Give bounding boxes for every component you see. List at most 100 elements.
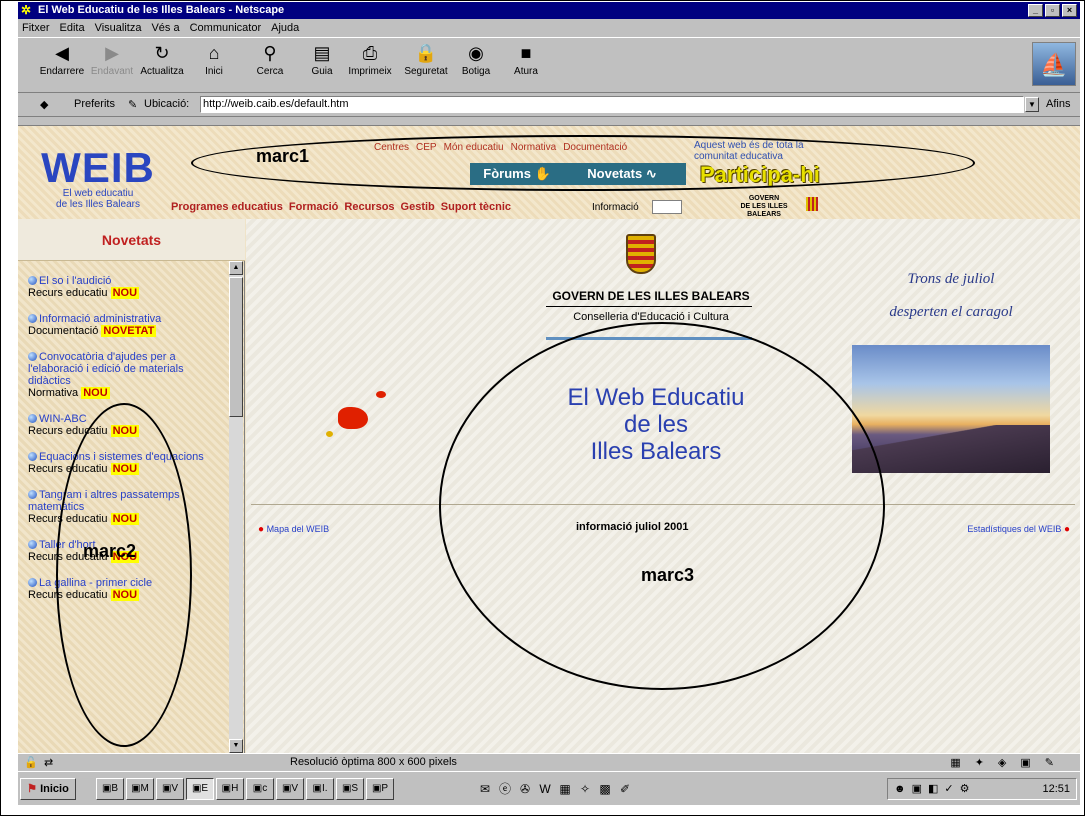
toolbar-button-seguretat[interactable]: 🔒 Seguretat <box>398 42 454 77</box>
red-bullet-icon: ● <box>258 524 265 535</box>
task-label: I. <box>321 783 328 794</box>
nav-programes[interactable]: Programes educatius <box>171 201 283 213</box>
sidebar-scrollbar[interactable]: ▲ ▼ <box>229 261 243 753</box>
novetats-sidebar: Novetats El so i l'audició Recurs educati… <box>18 219 245 753</box>
quicklaunch-icon-7[interactable]: ▩ <box>598 782 612 796</box>
task-app-icon: ▣ <box>371 783 382 794</box>
toolbar-button-imprimeix[interactable]: ⎙ Imprimeix <box>342 42 398 77</box>
taskbar-task[interactable]: ▣V <box>276 778 304 800</box>
program-navigation: Programes educatius Formació Recursos Ge… <box>171 201 511 213</box>
task-label: P <box>381 783 389 794</box>
weib-logo[interactable]: WEIB El web educatiu de les Illes Balear… <box>38 147 158 214</box>
nav-recursos[interactable]: Recursos <box>344 201 394 213</box>
taskbar-task[interactable]: ▣E <box>186 778 214 800</box>
info-select[interactable] <box>652 200 682 214</box>
scroll-down-icon[interactable]: ▼ <box>229 739 243 753</box>
location-label: Ubicació: <box>144 98 190 110</box>
print-icon: ⎙ <box>362 43 378 63</box>
taskbar-task[interactable]: ▣P <box>366 778 394 800</box>
menu-ves-a[interactable]: Vés a <box>151 22 179 34</box>
nav-formacio[interactable]: Formació <box>289 201 339 213</box>
toolbar-button-endavant[interactable]: ▶ Endavant <box>84 42 140 77</box>
word-icon[interactable]: W <box>538 782 552 796</box>
decorative-blob-small <box>376 391 386 398</box>
forward-arrow-icon: ▶ <box>105 43 119 63</box>
start-button[interactable]: ⚑ Inicio <box>20 778 76 800</box>
minimize-button[interactable]: _ <box>1028 4 1043 17</box>
mapa-link[interactable]: ● Mapa del WEIB <box>258 524 329 535</box>
quicklaunch-icon-1[interactable]: ✉ <box>478 782 492 796</box>
url-input[interactable]: http://weib.caib.es/default.htm <box>200 96 1024 113</box>
task-label: E <box>201 783 209 794</box>
menu-communicator[interactable]: Communicator <box>190 22 262 34</box>
personal-toolbar-collapsed[interactable] <box>18 117 1080 126</box>
tray-icons[interactable]: ☻▣◧✓⚙ <box>894 782 975 795</box>
scroll-thumb[interactable] <box>229 277 243 417</box>
toolbar-button-label: Cerca <box>256 66 284 77</box>
taskbar-task[interactable]: ▣c <box>246 778 274 800</box>
news-item-link[interactable]: WIN-ABC <box>39 413 87 425</box>
toolbar-button-label: Actualitza <box>140 66 184 77</box>
estadistiques-link[interactable]: Estadístiques del WEIB ● <box>967 524 1070 535</box>
taskbar-task[interactable]: ▣S <box>336 778 364 800</box>
scroll-up-icon[interactable]: ▲ <box>229 261 243 275</box>
toolbar-button-atura[interactable]: ■ Atura <box>498 42 554 77</box>
window-titlebar[interactable]: ✲ El Web Educatiu de les Illes Balears -… <box>18 2 1080 19</box>
mapa-link-text: Mapa del WEIB <box>266 524 330 534</box>
ie-icon[interactable]: ⓔ <box>498 782 512 796</box>
task-app-icon: ▣ <box>341 783 352 794</box>
saying-line1: Trons de juliol <box>907 271 995 287</box>
blue-bullet-icon <box>28 540 37 549</box>
quicklaunch-icon-3[interactable]: ✇ <box>518 782 532 796</box>
toolbar-button-botiga[interactable]: ◉ Botiga <box>448 42 504 77</box>
taskbar-task[interactable]: ▣V <box>156 778 184 800</box>
quicklaunch-icon-5[interactable]: ▦ <box>558 782 572 796</box>
clock[interactable]: 12:51 <box>1042 783 1070 795</box>
toolbar-button-cerca[interactable]: ⚲ Cerca <box>242 42 298 77</box>
netscape-logo-icon[interactable]: ⛵ <box>1032 42 1076 86</box>
security-status-icon[interactable]: 🔓 <box>24 756 38 769</box>
taskbar-task[interactable]: ▣B <box>96 778 124 800</box>
toolbar-button-actualitza[interactable]: ↻ Actualitza <box>134 42 190 77</box>
task-app-icon: ▣ <box>161 783 172 794</box>
blue-bullet-icon <box>28 276 37 285</box>
task-app-icon: ▣ <box>281 783 292 794</box>
related-button[interactable]: Afins <box>1046 98 1070 110</box>
task-app-icon: ▣ <box>312 783 322 794</box>
url-dropdown-arrow-icon[interactable]: ▼ <box>1025 97 1039 112</box>
toolbar-button-inici[interactable]: ⌂ Inici <box>186 42 242 77</box>
blue-bullet-icon <box>28 578 37 587</box>
nav-gestib[interactable]: Gestib <box>401 201 435 213</box>
location-icon: ✎ <box>128 99 138 111</box>
news-item: Convocatòria d'ajudes per a l'elaboració… <box>28 351 228 399</box>
reload-icon: ↻ <box>154 43 170 63</box>
quicklaunch-icon-6[interactable]: ✧ <box>578 782 592 796</box>
news-item-type: Documentació <box>28 325 99 337</box>
news-item-link[interactable]: Informació administrativa <box>39 313 161 325</box>
menu-visualitza[interactable]: Visualitza <box>95 22 142 34</box>
menu-fitxer[interactable]: Fitxer <box>22 22 50 34</box>
marc3-annotation-ellipse <box>439 322 885 690</box>
news-item-link[interactable]: Convocatòria d'ajudes per a l'elaboració… <box>28 351 184 387</box>
taskbar-task[interactable]: ▣H <box>216 778 244 800</box>
nav-suport[interactable]: Suport tècnic <box>441 201 511 213</box>
quicklaunch-icon-8[interactable]: ✐ <box>618 782 632 796</box>
connection-icon: ⇄ <box>44 757 54 769</box>
task-label: M <box>140 783 149 794</box>
close-button[interactable]: × <box>1062 4 1077 17</box>
toolbar-button-endarrere[interactable]: ◀ Endarrere <box>34 42 90 77</box>
windows-taskbar: ⚑ Inicio ▣B ▣M ▣V ▣E ▣H ▣c ▣V ▣I. ▣S ▣P ✉ ⓔ ✇ W ▦… <box>18 771 1080 805</box>
taskbar-task[interactable]: ▣M <box>126 778 154 800</box>
bookmarks-button[interactable]: Preferits <box>74 98 115 110</box>
news-item-link[interactable]: El so i l'audició <box>39 275 111 287</box>
bookmark-icon[interactable]: ◆ <box>40 98 48 111</box>
menu-edita[interactable]: Edita <box>60 22 85 34</box>
landscape-photo <box>852 345 1050 473</box>
govern-logo[interactable]: GOVERN DE LES ILLES BALEARS <box>724 195 818 219</box>
maximize-button[interactable]: ▫ <box>1045 4 1060 17</box>
taskbar-task[interactable]: ▣I. <box>306 778 334 800</box>
marc1-label: marc1 <box>256 146 310 166</box>
menu-bar: Fitxer Edita Visualitza Vés a Communicat… <box>18 19 1080 37</box>
menu-ajuda[interactable]: Ajuda <box>271 22 299 34</box>
component-bar-icons[interactable]: ▦✦◈▣✎ <box>950 756 1068 769</box>
